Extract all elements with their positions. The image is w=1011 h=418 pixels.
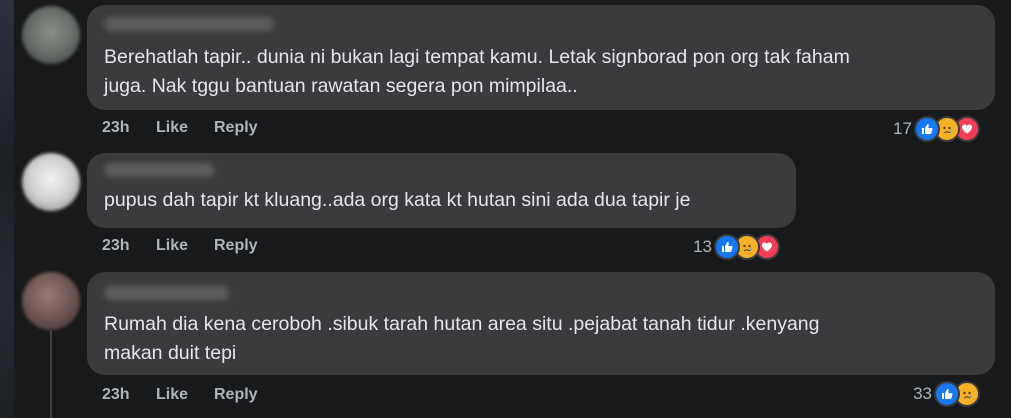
commenter-name-blurred[interactable] [104, 163, 214, 177]
like-icon [714, 234, 740, 260]
comment-text: Rumah dia kena ceroboh .sibuk tarah huta… [104, 310, 995, 368]
comment-timestamp[interactable]: 23h [102, 119, 130, 137]
reaction-count: 13 [693, 237, 712, 256]
comment-text-line: makan duit tepi [104, 342, 237, 364]
thread-line [50, 330, 52, 418]
reaction-count: 17 [893, 119, 912, 138]
comment-text-line: Rumah dia kena ceroboh .sibuk tarah huta… [104, 313, 820, 335]
reply-button[interactable]: Reply [214, 386, 258, 404]
like-icon [914, 116, 940, 142]
commenter-name-blurred[interactable] [104, 286, 229, 300]
like-button[interactable]: Like [156, 386, 188, 404]
comment-timestamp[interactable]: 23h [102, 237, 130, 255]
reply-button[interactable]: Reply [214, 119, 258, 137]
comment-bubble: Berehatlah tapir.. dunia ni bukan lagi t… [87, 5, 995, 110]
commenter-name-blurred[interactable] [104, 17, 274, 31]
comment-text-line: juga. Nak tggu bantuan rawatan segera po… [104, 75, 578, 97]
like-icon [934, 381, 960, 407]
reply-button[interactable]: Reply [214, 237, 258, 255]
comment-bubble: pupus dah tapir kt kluang..ada org kata … [87, 153, 796, 228]
comment-text: pupus dah tapir kt kluang..ada org kata … [104, 186, 796, 215]
avatar[interactable] [22, 6, 80, 64]
reaction-summary[interactable]: 17 [893, 116, 980, 142]
comment-text: Berehatlah tapir.. dunia ni bukan lagi t… [104, 43, 995, 101]
comment-timestamp[interactable]: 23h [102, 386, 130, 404]
comment-text-line: pupus dah tapir kt kluang..ada org kata … [104, 189, 691, 211]
avatar[interactable] [22, 272, 80, 330]
like-button[interactable]: Like [156, 237, 188, 255]
reaction-count: 33 [913, 384, 932, 403]
avatar[interactable] [22, 153, 80, 211]
like-button[interactable]: Like [156, 119, 188, 137]
reaction-summary[interactable]: 33 [913, 381, 980, 407]
background-strip [0, 0, 14, 418]
reaction-summary[interactable]: 13 [693, 234, 780, 260]
comment-text-line: Berehatlah tapir.. dunia ni bukan lagi t… [104, 46, 850, 68]
comment-bubble: Rumah dia kena ceroboh .sibuk tarah huta… [87, 272, 995, 375]
